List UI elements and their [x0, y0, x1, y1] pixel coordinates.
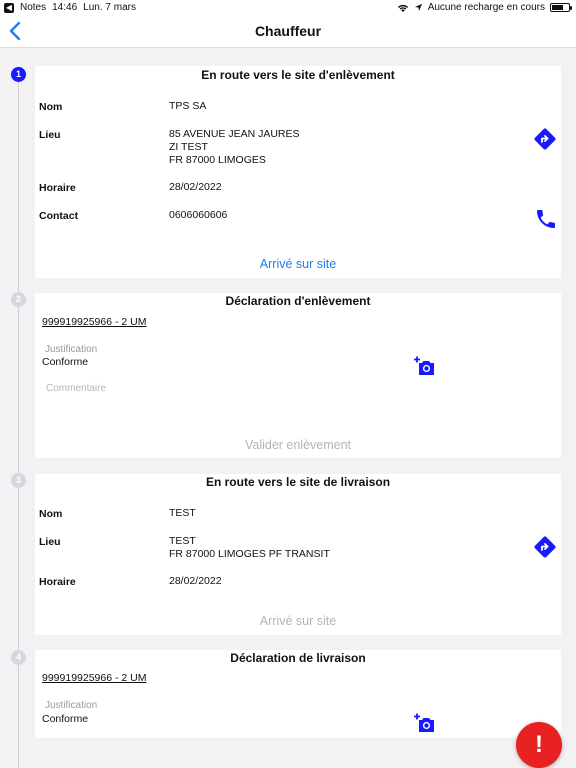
step-badge-3: 3 [11, 473, 26, 488]
add-photo-icon[interactable] [413, 712, 437, 736]
place-label: Lieu [39, 536, 61, 548]
schedule-label: Horaire [39, 576, 76, 588]
directions-icon[interactable] [533, 127, 557, 151]
card-title: Déclaration d'enlèvement [225, 294, 371, 308]
schedule-label: Horaire [39, 182, 76, 194]
justification-label: Justification [45, 700, 98, 711]
delivery-declaration-card: Déclaration de livraison 999919925966 - … [35, 650, 561, 738]
delivery-route-card: En route vers le site de livraison Nom T… [35, 474, 561, 635]
pickup-route-card: En route vers le site d'enlèvement Nom T… [35, 66, 561, 278]
nav-bar: Chauffeur [0, 16, 576, 48]
card-title: En route vers le site de livraison [205, 475, 391, 489]
step-badge-2: 2 [11, 292, 26, 307]
place-line-2: FR 87000 LIMOGES PF TRANSIT [169, 548, 330, 560]
place-line-2: ZI TEST [169, 141, 208, 153]
comment-input[interactable]: Commentaire [46, 383, 106, 394]
schedule-value: 28/02/2022 [169, 181, 222, 193]
place-label: Lieu [39, 129, 61, 141]
name-value: TEST [169, 507, 196, 519]
page-title: Chauffeur [254, 23, 322, 39]
justification-field[interactable]: Conforme [42, 356, 88, 368]
directions-icon[interactable] [533, 535, 557, 559]
battery-icon [550, 3, 572, 12]
back-app-label[interactable]: Notes [20, 2, 46, 13]
name-value: TPS SA [169, 100, 207, 112]
schedule-value: 28/02/2022 [169, 575, 222, 587]
justification-field[interactable]: Conforme [42, 713, 88, 725]
card-title: En route vers le site d'enlèvement [201, 68, 395, 82]
name-label: Nom [39, 508, 63, 520]
location-arrow-icon [414, 3, 422, 12]
card-title: Déclaration de livraison [230, 651, 366, 665]
back-to-app-icon[interactable]: ◀ [4, 2, 14, 13]
shipment-reference-link[interactable]: 999919925966 - 2 UM [42, 316, 147, 328]
charging-status: Aucune recharge en cours [427, 2, 545, 13]
place-line-1: TEST [169, 535, 196, 547]
wifi-icon [397, 4, 408, 12]
validate-pickup-button[interactable]: Valider enlèvement [35, 438, 561, 452]
add-photo-icon[interactable] [413, 355, 437, 379]
name-label: Nom [39, 101, 63, 113]
shipment-reference-link[interactable]: 999919925966 - 2 UM [42, 672, 147, 684]
pickup-declaration-card: Déclaration d'enlèvement 999919925966 - … [35, 293, 561, 458]
justification-label: Justification [45, 344, 98, 355]
step-badge-1: 1 [11, 67, 26, 82]
alert-button[interactable]: ! [516, 722, 562, 768]
place-line-3: FR 87000 LIMOGES [169, 154, 266, 166]
status-time: 14:46 [52, 2, 78, 13]
contact-label: Contact [39, 210, 79, 222]
phone-icon[interactable] [534, 207, 558, 231]
status-bar: ◀ Notes 14:46 Lun. 7 mars Aucune recharg… [0, 0, 576, 16]
arrived-on-site-button[interactable]: Arrivé sur site [35, 257, 561, 271]
contact-value: 0606060606 [169, 209, 228, 221]
step-badge-4: 4 [11, 650, 26, 665]
arrived-on-site-button[interactable]: Arrivé sur site [35, 614, 561, 628]
place-line-1: 85 AVENUE JEAN JAURES [169, 128, 300, 140]
status-date: Lun. 7 mars [83, 2, 136, 13]
